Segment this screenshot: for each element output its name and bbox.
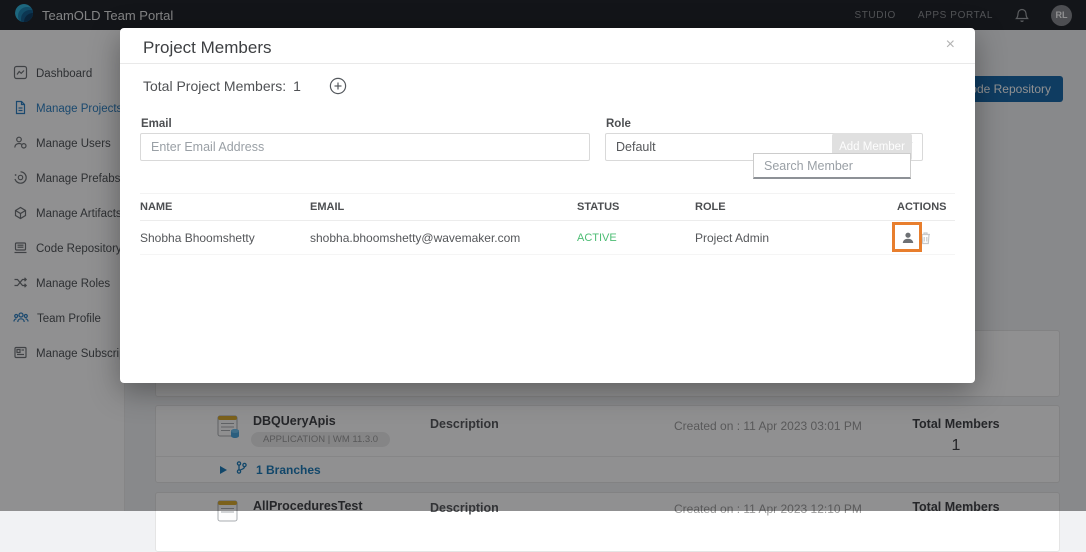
member-role: Project Admin <box>695 231 897 245</box>
total-members-row: Total Project Members: 1 <box>143 77 347 95</box>
member-name: Shobha Bhoomshetty <box>140 231 310 245</box>
total-project-members-count: 1 <box>293 78 301 94</box>
change-owner-user-icon[interactable] <box>897 227 919 249</box>
total-project-members-label: Total Project Members: <box>143 78 286 94</box>
role-selected-value: Default <box>616 140 656 154</box>
column-header-role: ROLE <box>695 201 897 213</box>
email-field[interactable] <box>140 133 590 161</box>
member-status-badge: ACTIVE <box>577 232 695 244</box>
email-label: Email <box>141 118 172 130</box>
search-member-input[interactable] <box>753 153 911 179</box>
column-header-name: NAME <box>140 201 310 213</box>
add-member-plus-icon[interactable] <box>329 77 347 95</box>
role-label: Role <box>606 118 631 130</box>
table-row: Shobha Bhoomshetty shobha.bhoomshetty@wa… <box>140 221 955 255</box>
column-header-actions: ACTIONS <box>897 201 955 213</box>
member-email: shobha.bhoomshetty@wavemaker.com <box>310 231 577 245</box>
members-table: NAME EMAIL STATUS ROLE ACTIONS Shobha Bh… <box>140 193 955 255</box>
column-header-status: STATUS <box>577 201 695 213</box>
column-header-email: EMAIL <box>310 201 577 213</box>
close-icon[interactable]: × <box>946 36 955 54</box>
delete-member-trash-icon[interactable] <box>919 231 932 245</box>
table-header-row: NAME EMAIL STATUS ROLE ACTIONS <box>140 193 955 221</box>
project-members-modal: Project Members × Total Project Members:… <box>120 28 975 383</box>
modal-title: Project Members <box>143 38 271 58</box>
modal-titlebar: Project Members × <box>120 28 975 64</box>
